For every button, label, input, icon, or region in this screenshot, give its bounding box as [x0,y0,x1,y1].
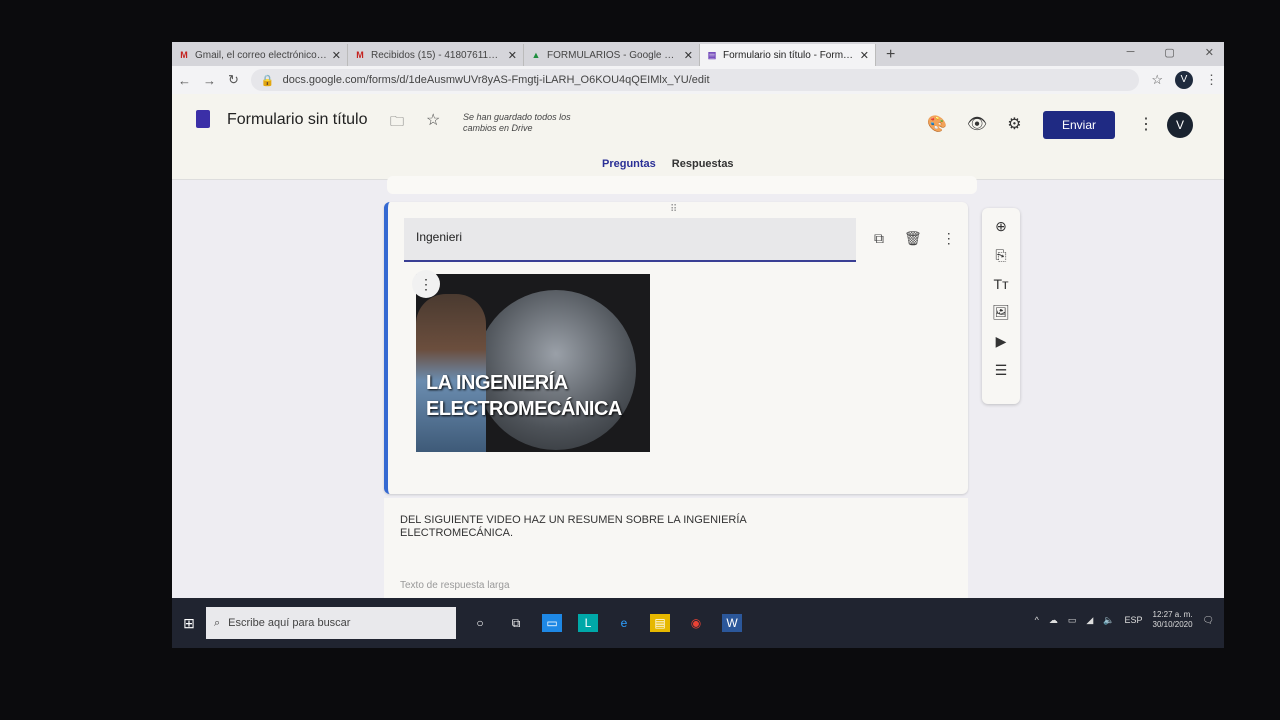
gmail-icon: M [356,50,364,60]
card-actions: ⧉ 🗑 ⋮ [874,230,956,247]
tab-inbox[interactable]: M Recibidos (15) - 418076116@pcs ✕ [348,44,524,66]
forms-icon: ▤ [707,50,717,60]
language-indicator[interactable]: ESP [1125,615,1143,625]
tab-title: Recibidos (15) - 418076116@pcs [371,49,503,61]
duplicate-icon[interactable]: ⧉ [874,230,884,247]
floating-toolbar: ⊕ ⎘ Tт 🖼 ▶ ☰ [982,208,1020,404]
settings-gear-icon[interactable]: ⚙ [1007,114,1021,134]
cloud-icon[interactable]: ☁ [1049,615,1058,626]
folder-icon[interactable]: 🗀 [390,111,404,135]
battery-icon[interactable]: ▭ [1068,615,1077,626]
tab-title: Gmail, el correo electrónico de G [195,49,327,61]
back-icon[interactable]: ← [178,73,191,88]
add-section-icon[interactable]: ☰ [995,362,1008,379]
form-tabs: Preguntas Respuestas [602,158,734,178]
forward-icon[interactable]: → [203,73,216,88]
word-l-app-icon[interactable]: L [578,614,598,632]
windows-start-icon[interactable]: ⊞ [172,615,206,632]
search-placeholder: Escribe aquí para buscar [228,617,351,629]
chevron-up-icon[interactable]: ^ [1035,615,1039,625]
system-tray: ^ ☁ ▭ ◢ 🔈 ESP 12:27 a. m. 30/10/2020 🗨 [1035,610,1214,630]
task-view-icon[interactable]: ⧉ [506,614,526,632]
drive-icon: ▲ [531,50,541,60]
image-item-card[interactable]: ⠿ Ingenieri ⧉ 🗑 ⋮ ⋮ LA INGENIERÍA ELECTR… [384,202,968,494]
browser-menu-icon[interactable]: ⋮ [1205,72,1218,88]
add-question-icon[interactable]: ⊕ [995,218,1007,235]
forms-logo-icon [196,110,210,128]
image-title-input[interactable]: Ingenieri [404,218,856,262]
lock-icon: 🔒 [260,74,275,87]
store-icon[interactable]: ▭ [542,614,562,632]
save-status: Se han guardado todos los cambios en Dri… [463,112,571,133]
cortana-icon[interactable]: ○ [470,614,490,632]
answer-hint: Texto de respuesta larga [400,580,510,591]
more-icon[interactable]: ⋮ [1138,114,1154,134]
gmail-icon: M [180,50,188,60]
taskbar-apps: ○ ⧉ ▭ L e ▤ ◉ W [456,614,742,632]
reload-icon[interactable]: ↻ [228,72,239,88]
drag-handle-icon[interactable]: ⠿ [670,204,677,215]
close-icon[interactable]: ✕ [332,49,341,62]
form-title[interactable]: Formulario sin título [227,111,368,129]
clock[interactable]: 12:27 a. m. 30/10/2020 [1153,610,1193,630]
notifications-icon[interactable]: 🗨 [1203,615,1214,626]
add-video-icon[interactable]: ▶ [996,333,1007,350]
clock-time: 12:27 a. m. [1152,610,1193,619]
browser-profile-avatar[interactable]: V [1175,71,1193,89]
palette-icon[interactable]: 🎨 [927,114,947,134]
form-body: ⠿ Ingenieri ⧉ 🗑 ⋮ ⋮ LA INGENIERÍA ELECTR… [172,176,1224,628]
card-more-icon[interactable]: ⋮ [942,230,956,247]
close-icon[interactable]: ✕ [684,49,693,62]
form-header: Formulario sin título 🗀 ☆ Se han guardad… [172,94,1224,180]
screen: M Gmail, el correo electrónico de G ✕ M … [172,42,1224,648]
close-window-icon[interactable]: ✕ [1205,46,1214,59]
url-field[interactable]: 🔒 docs.google.com/forms/d/1deAusmwUVr8yA… [250,69,1140,91]
edge-icon[interactable]: e [614,614,634,632]
file-explorer-icon[interactable]: ▤ [650,614,670,632]
video-thumbnail-image[interactable]: LA INGENIERÍA ELECTROMECÁNICA [416,274,650,452]
wifi-icon[interactable]: ◢ [1086,615,1093,626]
tab-forms[interactable]: ▤ Formulario sin título - Formulario ✕ [700,44,876,66]
tab-title: FORMULARIOS - Google Drive [547,49,679,61]
tab-responses[interactable]: Respuestas [672,158,734,178]
thumbnail-caption: LA INGENIERÍA ELECTROMECÁNICA [426,372,622,420]
tab-title: Formulario sin título - Formulario [723,49,855,61]
maximize-icon[interactable]: ▢ [1164,46,1174,59]
new-tab-button[interactable]: + [876,44,905,66]
clock-date: 30/10/2020 [1152,620,1193,629]
tab-gmail[interactable]: M Gmail, el correo electrónico de G ✕ [172,44,348,66]
chrome-icon[interactable]: ◉ [686,614,706,632]
image-menu-icon[interactable]: ⋮ [412,270,440,298]
word-icon[interactable]: W [722,614,742,632]
send-button[interactable]: Enviar [1043,111,1115,139]
volume-icon[interactable]: 🔈 [1103,615,1114,626]
taskbar-search[interactable]: ⌕ Escribe aquí para buscar [206,607,456,639]
close-icon[interactable]: ✕ [860,49,869,62]
header-actions: 🎨 👁 ⚙ [927,114,1022,134]
star-icon[interactable]: ☆ [426,110,440,130]
bookmark-star-icon[interactable]: ☆ [1151,72,1163,88]
close-icon[interactable]: ✕ [508,49,517,62]
browser-tab-bar: M Gmail, el correo electrónico de G ✕ M … [172,42,1224,66]
search-icon: ⌕ [214,616,221,629]
address-bar-row: ← → ↻ 🔒 docs.google.com/forms/d/1deAusmw… [172,66,1224,94]
import-questions-icon[interactable]: ⎘ [995,247,1006,264]
profile-avatar[interactable]: V [1167,112,1193,138]
preview-eye-icon[interactable]: 👁 [967,114,987,134]
window-controls: ─ ▢ ✕ [1127,46,1214,59]
tab-drive[interactable]: ▲ FORMULARIOS - Google Drive ✕ [524,44,700,66]
tab-questions[interactable]: Preguntas [602,158,656,178]
minimize-icon[interactable]: ─ [1127,46,1135,59]
question-text: DEL SIGUIENTE VIDEO HAZ UN RESUMEN SOBRE… [400,514,747,539]
previous-card [387,176,977,194]
windows-taskbar: ⊞ ⌕ Escribe aquí para buscar ○ ⧉ ▭ L e ▤… [172,598,1224,648]
add-title-icon[interactable]: Tт [994,276,1009,292]
add-image-icon[interactable]: 🖼 [992,304,1010,321]
delete-icon[interactable]: 🗑 [904,230,922,247]
url-text: docs.google.com/forms/d/1deAusmwUVr8yAS-… [282,74,710,86]
